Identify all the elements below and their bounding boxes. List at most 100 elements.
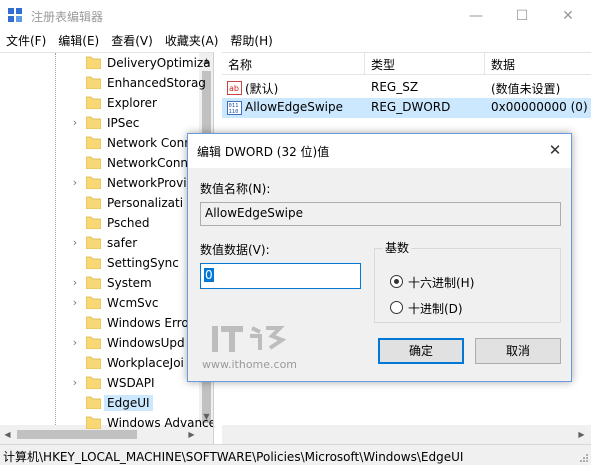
tree-item[interactable]: › safer: [0, 233, 200, 253]
scroll-right-arrow-icon[interactable]: ▶: [574, 427, 589, 443]
menu-view[interactable]: 查看(V): [105, 31, 159, 51]
folder-icon: [86, 176, 101, 189]
expand-chevron-icon[interactable]: ›: [70, 236, 80, 250]
base-label: 基数: [383, 241, 412, 255]
tree-item[interactable]: Network Conn: [0, 133, 200, 153]
radio-hexadecimal[interactable]: 十六进制(H): [390, 273, 550, 291]
tree-item-label: NetworkProvi: [107, 176, 187, 190]
column-divider[interactable]: [364, 53, 365, 75]
value-data: (数值未设置): [491, 82, 561, 96]
tree-item-label: IPSec: [107, 116, 140, 130]
folder-icon: [86, 156, 101, 169]
tree-item[interactable]: › NetworkProvi: [0, 173, 200, 193]
folder-icon: [86, 196, 101, 209]
tree-item[interactable]: Psched: [0, 213, 200, 233]
dialog-close-button[interactable]: ✕: [543, 138, 567, 162]
tree-item[interactable]: › System: [0, 273, 200, 293]
binary-value-icon: 011 110: [227, 101, 242, 115]
radio-button[interactable]: [390, 301, 403, 314]
column-header-name[interactable]: 名称: [228, 56, 252, 73]
menu-bar: 文件(F) 编辑(E) 查看(V) 收藏夹(A) 帮助(H): [0, 31, 591, 51]
list-row-selected[interactable]: 011 110 AllowEdgeSwipe REG_DWORD 0x00000…: [222, 98, 591, 118]
tree-item[interactable]: NetworkConn: [0, 153, 200, 173]
menu-favorites[interactable]: 收藏夹(A): [159, 31, 225, 51]
tree-item-label: Psched: [107, 216, 150, 230]
tree-item[interactable]: Windows Advanced: [0, 413, 213, 433]
close-icon: ✕: [548, 141, 562, 159]
string-value-icon: ab: [227, 81, 242, 95]
radio-button[interactable]: [390, 275, 403, 288]
svg-text:110: 110: [229, 109, 239, 115]
expand-chevron-icon[interactable]: ›: [70, 296, 80, 310]
tree-item[interactable]: SettingSync: [0, 253, 200, 273]
maximize-icon: ☐: [515, 7, 529, 24]
tree-item-label: EdgeUI: [104, 395, 153, 411]
folder-icon: [86, 76, 101, 89]
folder-icon: [86, 296, 101, 309]
registry-tree: ▲ ▼ ◀ ▶ DeliveryOptimiza EnhancedStorag Ex…: [0, 52, 214, 444]
registry-editor-icon: [8, 8, 22, 22]
tree-item[interactable]: Windows Erro: [0, 313, 200, 333]
column-header-type[interactable]: 类型: [371, 56, 395, 73]
close-button[interactable]: ✕: [545, 0, 591, 31]
tree-item[interactable]: › WcmSvc: [0, 293, 200, 313]
window-title: 注册表编辑器: [31, 10, 104, 24]
tree-item-label: Personalizati: [107, 196, 184, 210]
tree-item[interactable]: WorkplaceJoi: [0, 353, 200, 373]
value-name: (默认): [245, 82, 279, 96]
radio-label: 十六进制(H): [408, 276, 475, 290]
dialog-title: 编辑 DWORD (32 位)值: [197, 145, 330, 159]
folder-icon: [86, 96, 101, 109]
tree-item[interactable]: Explorer: [0, 93, 200, 113]
expand-chevron-icon[interactable]: ›: [70, 376, 80, 390]
minimize-icon: —: [469, 7, 483, 24]
title-bar: 注册表编辑器 — ☐ ✕: [0, 0, 591, 31]
tree-item[interactable]: › IPSec: [0, 113, 200, 133]
minimize-button[interactable]: —: [453, 0, 499, 31]
tree-item-label: WindowsUpd: [107, 336, 185, 350]
list-row[interactable]: ab (默认) REG_SZ (数值未设置): [222, 78, 591, 98]
tree-item-label: EnhancedStorag: [107, 76, 206, 90]
expand-chevron-icon[interactable]: ›: [70, 276, 80, 290]
list-horizontal-scrollbar[interactable]: ▶: [222, 425, 591, 444]
value-name-label: 数值名称(N):: [200, 182, 271, 196]
radio-label: 十进制(D): [408, 302, 463, 316]
ok-button[interactable]: 确定: [378, 338, 464, 364]
expand-chevron-icon[interactable]: ›: [70, 336, 80, 350]
base-groupbox: 基数 十六进制(H) 十进制(D): [374, 241, 561, 323]
tree-item[interactable]: › WindowsUpd: [0, 333, 200, 353]
radio-decimal[interactable]: 十进制(D): [390, 299, 550, 317]
expand-chevron-icon[interactable]: ›: [70, 116, 80, 130]
maximize-button[interactable]: ☐: [499, 0, 545, 31]
resize-grip-icon[interactable]: [579, 453, 589, 463]
svg-text:ab: ab: [229, 84, 239, 93]
tree-item[interactable]: DeliveryOptimiza: [0, 53, 211, 73]
menu-edit[interactable]: 编辑(E): [52, 31, 105, 51]
tree-item[interactable]: Personalizati: [0, 193, 200, 213]
tree-item-label: WcmSvc: [107, 296, 159, 310]
folder-icon: [86, 356, 101, 369]
dialog-body: 数值名称(N): AllowEdgeSwipe 数值数据(V): 0 基数 十六…: [188, 168, 571, 381]
tree-item-label: NetworkConn: [107, 156, 189, 170]
column-divider[interactable]: [484, 53, 485, 75]
menu-help[interactable]: 帮助(H): [224, 31, 278, 51]
value-data-input[interactable]: 0: [200, 263, 361, 289]
menu-file[interactable]: 文件(F): [0, 31, 52, 51]
tree-item-label: Explorer: [107, 96, 157, 110]
folder-icon: [86, 376, 101, 389]
tree-item[interactable]: › WSDAPI: [0, 373, 200, 393]
tree-item-selected[interactable]: EdgeUI: [0, 393, 200, 413]
cancel-button[interactable]: 取消: [475, 338, 561, 364]
expand-chevron-icon[interactable]: ›: [70, 176, 80, 190]
column-header-data[interactable]: 数据: [491, 56, 515, 73]
folder-icon: [86, 116, 101, 129]
close-icon: ✕: [562, 7, 574, 24]
tree-item-label: SettingSync: [107, 256, 179, 270]
tree-item[interactable]: EnhancedStorag: [0, 73, 206, 93]
tree-item-label: WorkplaceJoi: [107, 356, 184, 370]
folder-icon: [86, 276, 101, 289]
status-bar: 计算机\HKEY_LOCAL_MACHINE\SOFTWARE\Policies…: [0, 444, 591, 465]
folder-icon: [86, 336, 101, 349]
value-data-label: 数值数据(V):: [200, 243, 270, 257]
value-data: 0x00000000 (0): [491, 100, 588, 114]
